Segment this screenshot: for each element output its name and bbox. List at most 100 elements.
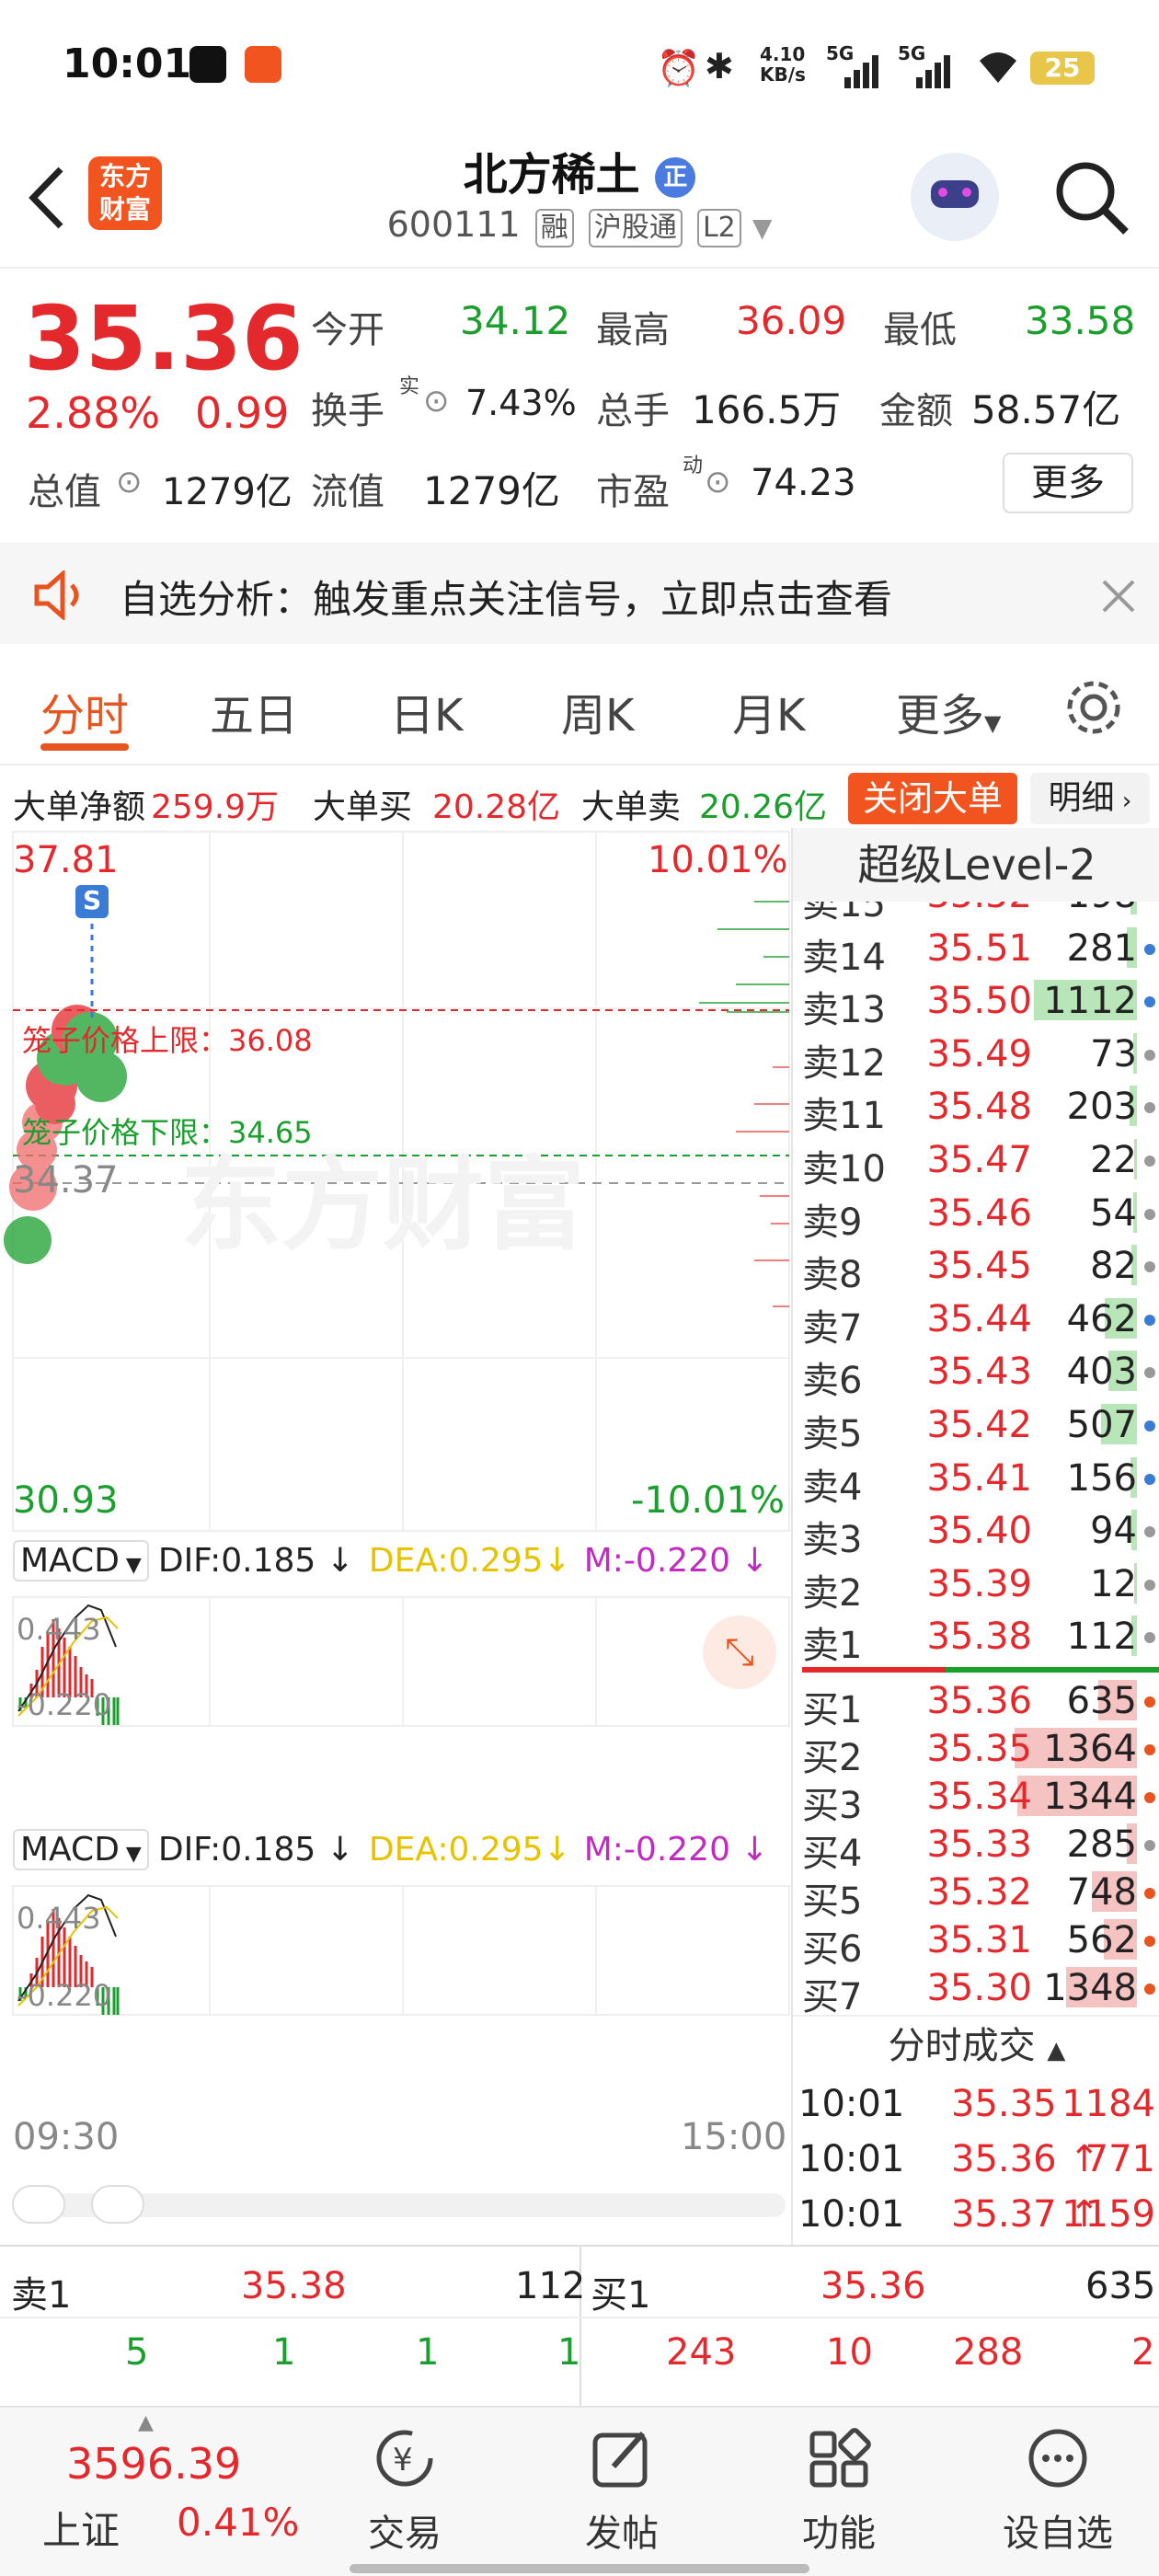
ticks-header[interactable]: 分时成交 ▲	[793, 2015, 1159, 2074]
tick-price: 35.36	[951, 2138, 1057, 2180]
status-dot-icon	[1144, 1840, 1155, 1851]
turnover-label: 换手	[311, 390, 384, 432]
message-icon	[189, 46, 226, 83]
ticks-header-label: 分时成交	[888, 2025, 1036, 2067]
nav-add-watchlist-label: 设自选	[1003, 2513, 1113, 2555]
info-icon[interactable]: ⊙	[423, 383, 450, 420]
strip-ask-vol: 112	[515, 2265, 586, 2307]
macd1-top: 0.443	[17, 1612, 101, 1647]
bid-price: 35.34	[926, 1776, 1032, 1818]
macd1-selector[interactable]: MACD ▼	[13, 1540, 149, 1581]
tab-intraday[interactable]: 分时	[40, 679, 129, 743]
status-dot-icon	[1144, 1936, 1155, 1947]
strip-row-divider	[0, 2317, 1159, 2318]
upper-limit-label: 笼子价格上限：36.08	[22, 1023, 313, 1058]
macd2-top: 0.443	[17, 1901, 101, 1936]
tab-more[interactable]: 更多▼	[896, 679, 1001, 743]
amount-label: 金额	[879, 390, 953, 432]
bid-price: 35.33	[926, 1823, 1032, 1866]
macd2-header: MACD ▼ DIF:0.185 ↓ DEA:0.295↓ M:-0.220 ↓	[13, 1829, 769, 1870]
mktcap-label: 总值	[28, 471, 101, 513]
info-icon[interactable]: ⊙	[116, 464, 143, 500]
expand-icon[interactable]: ⤡	[703, 1616, 776, 1689]
nav-trade[interactable]: ¥ 交易	[331, 2428, 478, 2557]
bid-row[interactable]: 买6 35.31 562	[793, 1914, 1159, 1971]
big-buy-label: 大单买	[313, 788, 413, 826]
grid-icon	[809, 2428, 871, 2488]
low-value: 33.58	[1025, 298, 1136, 343]
pe-sup: 动	[683, 454, 704, 477]
bid-row[interactable]: 买4 35.33 285	[793, 1818, 1159, 1875]
bid-price: 35.31	[926, 1919, 1032, 1961]
signal-marker-s[interactable]: S	[83, 885, 101, 915]
pe-value: 74.23	[751, 462, 856, 504]
gear-icon[interactable]	[1063, 677, 1124, 738]
tab-weekly-k[interactable]: 周K	[561, 679, 634, 743]
bid-row[interactable]: 买5 35.32 748	[793, 1866, 1159, 1923]
bid-row[interactable]: 买3 35.34 1344	[793, 1770, 1159, 1827]
tick-price: 35.37	[951, 2193, 1057, 2236]
bid-volume: 562	[1066, 1919, 1137, 1961]
nav-trade-label: 交易	[368, 2513, 442, 2555]
macd1-header: MACD ▼ DIF:0.185 ↓ DEA:0.295↓ M:-0.220 ↓	[13, 1540, 769, 1581]
strip-right-cell: 243	[666, 2331, 737, 2374]
intraday-chart[interactable]: 37.81 10.01% 34.37 30.93 -10.01% 笼子价格上限：…	[0, 828, 791, 2245]
tab-five-day[interactable]: 五日	[210, 679, 298, 743]
close-icon[interactable]	[1100, 578, 1137, 615]
tick-time: 10:01	[798, 2083, 905, 2125]
macd2-selector[interactable]: MACD ▼	[13, 1829, 149, 1870]
tick-row: 10:01 35.37 ↑ 1159	[793, 2190, 1159, 2243]
chevron-down-icon[interactable]: ▼	[752, 213, 773, 243]
strip-right-cell: 2	[1131, 2331, 1155, 2374]
close-big-order-button[interactable]: 关闭大单	[848, 773, 1017, 824]
caret-down-icon: ▼	[119, 1843, 142, 1866]
strip-left-cell: 5	[125, 2331, 149, 2374]
nav-add-watchlist[interactable]: 设自选	[984, 2428, 1131, 2557]
bid-price: 35.32	[926, 1871, 1032, 1914]
macd2-dea: DEA:0.295↓	[368, 1831, 571, 1869]
macd1-selector-label: MACD	[20, 1542, 120, 1580]
macd1-bottom: -0.220	[17, 1687, 112, 1722]
nav-functions-label: 功能	[802, 2513, 876, 2555]
net-speed-unit: KB/s	[760, 63, 806, 86]
info-icon[interactable]: ⊙	[705, 464, 731, 500]
status-dot-icon	[1144, 1792, 1155, 1803]
robot-avatar-icon[interactable]	[911, 153, 999, 241]
tick-volume: 1159	[1061, 2193, 1155, 2236]
index-value[interactable]: 3596.39	[66, 2439, 241, 2489]
search-icon[interactable]	[1052, 158, 1131, 237]
tick-volume: 771	[1084, 2138, 1155, 2180]
home-indicator	[350, 2564, 809, 2573]
bid-row[interactable]: 买1 35.36 635	[793, 1674, 1159, 1731]
big-net-label: 大单净额	[13, 788, 146, 826]
macd1-dea: DEA:0.295↓	[368, 1542, 571, 1580]
mktcap-value: 1279亿	[162, 471, 293, 513]
index-pct[interactable]: 0.41%	[177, 2500, 299, 2545]
notice-bar[interactable]: 自选分析：触发重点关注信号，立即点击查看	[0, 543, 1159, 644]
more-button[interactable]: 更多	[1003, 453, 1133, 513]
macd1-dif-value: DIF:0.185	[157, 1542, 316, 1580]
tab-daily-k[interactable]: 日K	[390, 679, 463, 743]
bid-row[interactable]: 买7 35.30 1348	[793, 1961, 1159, 2015]
notice-text: 自选分析：触发重点关注信号，立即点击查看	[120, 577, 893, 622]
status-dot-icon	[1144, 1744, 1155, 1755]
nav-post[interactable]: 发帖	[548, 2428, 695, 2557]
bottom-nav: ▲ 3596.39 上证 0.41% ¥ 交易 发帖 功能 设自选	[0, 2406, 1159, 2576]
bid-row[interactable]: 买2 35.35 1364	[793, 1722, 1159, 1779]
change-amount: 0.99	[195, 388, 290, 438]
index-name[interactable]: 上证	[42, 2500, 120, 2556]
more-dots-icon	[1028, 2429, 1087, 2488]
status-bar: 10:01 ⏰ ✱ 4.10 KB/s 5G 5G 25	[0, 0, 1159, 138]
bluetooth-icon: ✱	[705, 46, 734, 86]
tag-margin: 融	[534, 209, 574, 247]
status-dot-icon	[1144, 1984, 1155, 1995]
watermark: 东方财富	[180, 1146, 585, 1264]
tick-volume: 1184	[1061, 2083, 1155, 2125]
tab-monthly-k[interactable]: 月K	[732, 679, 805, 743]
detail-button[interactable]: 明细 ›	[1030, 773, 1150, 824]
open-label: 今开	[311, 309, 384, 351]
strip-left-cell: 1	[416, 2331, 440, 2374]
nav-functions[interactable]: 功能	[765, 2428, 912, 2557]
macd1-dea-value: DEA:0.295	[368, 1542, 544, 1580]
macd2-m: M:-0.220 ↓	[583, 1831, 769, 1869]
